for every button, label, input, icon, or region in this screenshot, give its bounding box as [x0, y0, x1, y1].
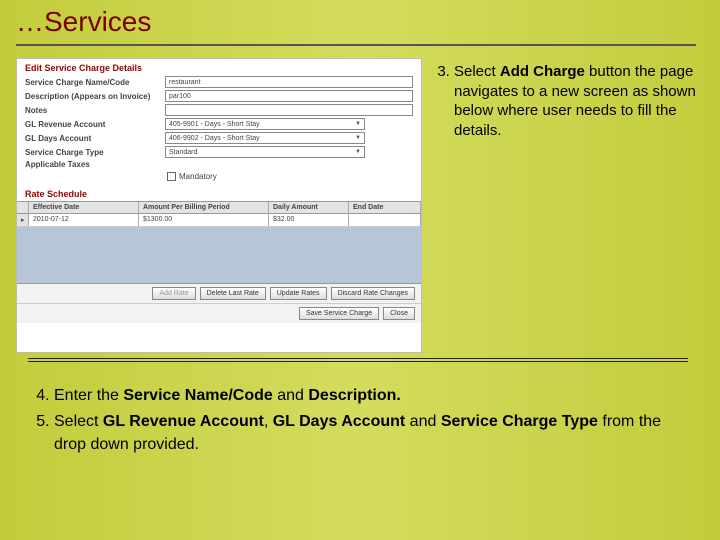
label-sctype: Service Charge Type [25, 148, 165, 157]
row-taxes: Applicable Taxes [17, 159, 421, 170]
edit-service-charge-dialog: Edit Service Charge Details Service Char… [16, 58, 422, 353]
col-daily: Daily Amount [269, 202, 349, 213]
instructions-bottom: Enter the Service Name/Code and Descript… [28, 385, 688, 460]
row-sctype: Service Charge Type Standard ▼ [17, 145, 421, 159]
row-mandatory: Mandatory [17, 170, 421, 187]
cell-daily: $32.00 [269, 214, 349, 226]
chevron-down-icon: ▼ [355, 147, 361, 158]
select-glrev[interactable]: 405-9901 - Days - Short Stay ▼ [165, 118, 365, 130]
cell-effective: 2010-07-12 [29, 214, 139, 226]
grid-body: ▸ 2010-07-12 $1300.00 $32.00 [17, 214, 421, 284]
main-row: Edit Service Charge Details Service Char… [16, 58, 704, 353]
checkbox-mandatory[interactable] [167, 172, 176, 181]
txt: Select [54, 413, 103, 430]
bold: GL Revenue Account [103, 413, 264, 430]
col-effective: Effective Date [29, 202, 139, 213]
col-end: End Date [349, 202, 421, 213]
txt: Enter the [54, 387, 123, 404]
discard-rate-changes-button[interactable]: Discard Rate Changes [331, 287, 415, 300]
separator [28, 358, 688, 362]
label-desc: Description (Appears on Invoice) [25, 92, 165, 101]
row-selector[interactable]: ▸ [17, 214, 29, 226]
label-mandatory: Mandatory [179, 172, 217, 181]
row-notes: Notes [17, 103, 421, 117]
chevron-down-icon: ▼ [355, 133, 361, 144]
rate-schedule-header: Rate Schedule [17, 187, 421, 201]
label-glrev: GL Revenue Account [25, 120, 165, 129]
label-name: Service Charge Name/Code [25, 78, 165, 87]
save-service-charge-button[interactable]: Save Service Charge [299, 307, 379, 320]
bold-add-charge: Add Charge [500, 63, 585, 80]
add-rate-button[interactable]: Add Rate [152, 287, 195, 300]
row-gldays: GL Days Account 406-9902 - Days - Short … [17, 131, 421, 145]
select-sctype-value: Standard [169, 147, 197, 158]
txt: and [405, 413, 441, 430]
table-row[interactable]: ▸ 2010-07-12 $1300.00 $32.00 [17, 214, 421, 227]
grid-header: Effective Date Amount Per Billing Period… [17, 201, 421, 214]
instruction-3-item: Select Add Charge button the page naviga… [454, 62, 704, 140]
txt: , [264, 413, 273, 430]
title-underline [16, 44, 696, 46]
input-name[interactable]: restaurant [165, 76, 413, 88]
cell-amount: $1300.00 [139, 214, 269, 226]
rate-buttons: Add Rate Delete Last Rate Update Rates D… [17, 284, 421, 304]
txt: Select [454, 63, 500, 80]
row-desc: Description (Appears on Invoice) par100 [17, 89, 421, 103]
input-notes[interactable] [165, 104, 413, 116]
select-sctype[interactable]: Standard ▼ [165, 146, 365, 158]
label-gldays: GL Days Account [25, 134, 165, 143]
input-desc[interactable]: par100 [165, 90, 413, 102]
row-glrev: GL Revenue Account 405-9901 - Days - Sho… [17, 117, 421, 131]
bold: Description. [308, 387, 400, 404]
delete-last-rate-button[interactable]: Delete Last Rate [200, 287, 266, 300]
dialog-header: Edit Service Charge Details [17, 59, 421, 75]
select-glrev-value: 405-9901 - Days - Short Stay [169, 119, 260, 130]
page-title: …Services [16, 6, 151, 38]
bold: Service Charge Type [441, 413, 598, 430]
instruction-3: Select Add Charge button the page naviga… [430, 58, 704, 353]
label-notes: Notes [25, 106, 165, 115]
input-name-value: restaurant [169, 77, 201, 88]
select-gldays-value: 406-9902 - Days - Short Stay [169, 133, 260, 144]
col-amount: Amount Per Billing Period [139, 202, 269, 213]
dialog-buttons: Save Service Charge Close [17, 304, 421, 323]
select-gldays[interactable]: 406-9902 - Days - Short Stay ▼ [165, 132, 365, 144]
update-rates-button[interactable]: Update Rates [270, 287, 327, 300]
bold: Service Name/Code [123, 387, 272, 404]
close-button[interactable]: Close [383, 307, 415, 320]
bold: GL Days Account [273, 413, 405, 430]
input-desc-value: par100 [169, 91, 191, 102]
instruction-5-item: Select GL Revenue Account, GL Days Accou… [54, 411, 688, 456]
instruction-4-item: Enter the Service Name/Code and Descript… [54, 385, 688, 407]
row-name: Service Charge Name/Code restaurant [17, 75, 421, 89]
txt: and [273, 387, 309, 404]
label-taxes: Applicable Taxes [25, 160, 165, 169]
cell-end [349, 214, 421, 226]
chevron-down-icon: ▼ [355, 119, 361, 130]
